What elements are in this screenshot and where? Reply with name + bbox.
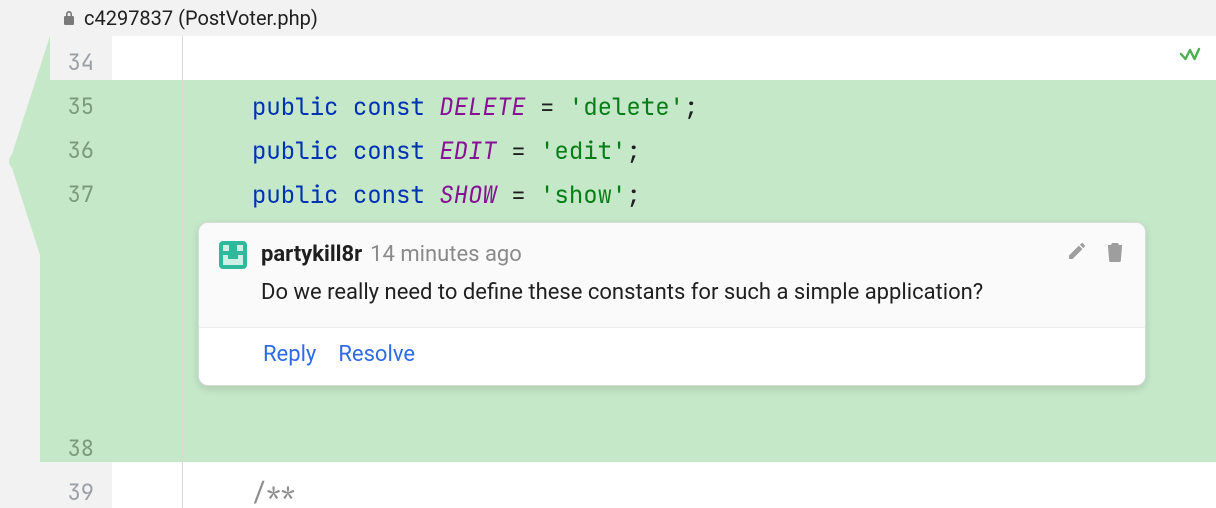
- code-editor: 34 35 36 37 38 39 public const DELETE = …: [0, 36, 1216, 508]
- comment-author: partykill8r: [261, 239, 362, 271]
- edit-icon[interactable]: [1067, 241, 1087, 263]
- code-line: public const DELETE = 'delete';: [252, 92, 698, 123]
- avatar: [219, 241, 247, 269]
- code-line: public const EDIT = 'edit';: [252, 136, 641, 167]
- code-line: public const SHOW = 'show';: [252, 180, 641, 211]
- line-number: 36: [68, 136, 94, 165]
- trash-icon[interactable]: [1105, 241, 1125, 263]
- line-number: 37: [68, 180, 94, 209]
- code-area[interactable]: public const DELETE = 'delete'; public c…: [112, 36, 1216, 508]
- comment-actions: Reply Resolve: [199, 328, 1145, 385]
- comment-body: partykill8r 14 minutes ago Do we really …: [199, 223, 1145, 328]
- tab-filename: c4297837 (PostVoter.php): [84, 6, 318, 30]
- resolve-button[interactable]: Resolve: [338, 342, 415, 367]
- review-comment-card: partykill8r 14 minutes ago Do we really …: [198, 222, 1146, 386]
- line-number: 38: [68, 434, 94, 463]
- gutter-divider: [182, 36, 183, 508]
- editor-tab[interactable]: c4297837 (PostVoter.php): [0, 0, 1216, 36]
- line-number: 35: [68, 92, 94, 121]
- lock-icon: [62, 10, 76, 26]
- comment-anchor-marker: [0, 36, 50, 286]
- code-line: /**: [252, 478, 295, 508]
- comment-message: Do we really need to define these consta…: [261, 277, 1053, 309]
- inspection-ok-icon[interactable]: [1178, 42, 1202, 66]
- line-number: 34: [68, 48, 94, 77]
- reply-button[interactable]: Reply: [263, 342, 316, 367]
- comment-timestamp: 14 minutes ago: [370, 239, 522, 271]
- line-number: 39: [68, 478, 94, 507]
